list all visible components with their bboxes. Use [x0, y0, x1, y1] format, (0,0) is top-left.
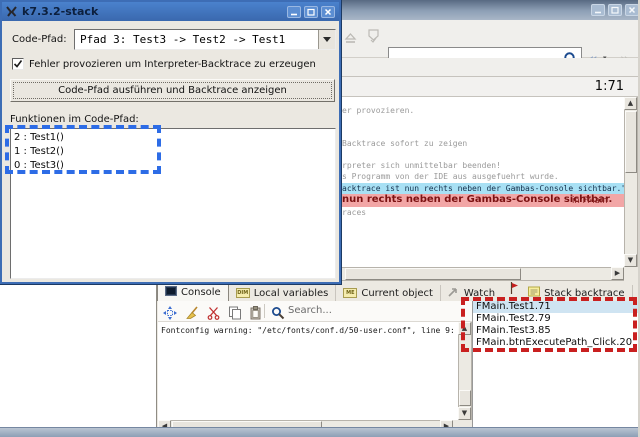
statusbar [0, 427, 640, 437]
blue-annotation-box [5, 125, 161, 174]
ide-close-button[interactable] [625, 4, 639, 16]
tab-label: Current object [361, 288, 433, 299]
dialog-titlebar[interactable]: k7.3.2-stack [2, 2, 339, 21]
console-icon [165, 286, 177, 299]
console-search-icon[interactable] [271, 305, 285, 324]
paste-icon[interactable] [249, 305, 262, 324]
tab-label: Local variables [254, 288, 329, 299]
code-line: rpreter sich unmittelbar beenden! [342, 161, 501, 170]
code-line: s Programm von der IDE aus ausgefuehrt w… [342, 172, 559, 181]
move-icon[interactable] [163, 305, 177, 324]
editor-hscroll-thumb[interactable] [345, 268, 521, 280]
dim-icon: DIM [236, 288, 250, 298]
code-line: Backtrace sofort zu zeigen [342, 139, 467, 148]
flag-icon [510, 279, 519, 298]
console-output: Fontconfig warning: "/etc/fonts/conf.d/5… [161, 326, 453, 335]
watch-icon [448, 287, 460, 300]
project-panel [0, 282, 157, 427]
checkmark-icon [13, 59, 23, 69]
toolbar-separator [264, 304, 265, 318]
ide-minimize-button[interactable] [591, 4, 605, 16]
code-line: races [342, 208, 366, 217]
chevron-down-icon [323, 37, 331, 42]
dialog-close-button[interactable] [321, 6, 335, 18]
scroll-up-icon[interactable]: ▲ [624, 97, 637, 110]
dialog-maximize-button[interactable] [304, 6, 318, 18]
tab-label: Console [181, 287, 221, 298]
tab-console[interactable]: Console [157, 282, 229, 301]
code-path-label: Code-Pfad: [12, 34, 67, 45]
cursor-position: 1:71 [595, 79, 624, 94]
close-icon [628, 6, 636, 14]
scroll-right-icon[interactable]: ▶ [611, 267, 624, 280]
scroll-down-icon[interactable]: ▼ [458, 407, 471, 420]
dialog-title: k7.3.2-stack [22, 5, 98, 18]
cut-scissors-icon[interactable] [207, 305, 220, 324]
execute-path-button[interactable]: Code-Pfad ausführen und Backtrace anzeig… [10, 79, 335, 102]
clear-broom-icon[interactable] [185, 305, 199, 324]
console-toolbar: Search... [158, 301, 472, 322]
editor-vscroll-thumb[interactable] [625, 111, 637, 173]
combobox-dropdown-button[interactable] [318, 30, 335, 49]
error-location: in FMain [572, 196, 608, 206]
me-icon: ME [343, 288, 357, 298]
provoke-error-checkbox-label[interactable]: Fehler provozieren um Interpreter-Backtr… [29, 59, 316, 70]
execute-path-button-label: Code-Pfad ausführen und Backtrace anzeig… [13, 82, 332, 99]
code-path-combobox[interactable]: Pfad 3: Test3 -> Test2 -> Test1 [74, 29, 336, 50]
red-annotation-box [461, 297, 637, 352]
console-vscroll-thumb[interactable] [459, 390, 471, 406]
code-line: acktrace ist nun rechts neben der Gambas… [342, 184, 624, 193]
console-search-placeholder[interactable]: Search... [288, 305, 332, 316]
dialog-minimize-button[interactable] [287, 6, 301, 18]
code-line: er provozieren. [342, 106, 414, 115]
maximize-icon [611, 6, 619, 14]
tab-current-object[interactable]: ME Current object [336, 285, 441, 301]
ide-maximize-button[interactable] [608, 4, 622, 16]
functions-label: Funktionen im Code-Pfad: [10, 114, 139, 125]
x11-app-icon [6, 2, 17, 21]
provoke-error-checkbox[interactable] [12, 58, 24, 70]
copy-icon[interactable] [228, 305, 242, 324]
eject-icon[interactable] [344, 30, 357, 49]
console-pane: Search... Fontconfig warning: "/etc/font… [158, 301, 472, 420]
minimize-icon [594, 6, 602, 14]
close-icon [324, 8, 332, 16]
maximize-icon [307, 8, 315, 16]
editor-vscrollbar[interactable]: ▲ ▼ [624, 97, 638, 267]
code-path-value: Pfad 3: Test3 -> Test2 -> Test1 [80, 33, 285, 46]
bookmark-tool-icon[interactable] [366, 28, 381, 48]
screen: « ▾ » 1:71 er provozieren. Backtrace sof… [0, 0, 640, 437]
minimize-icon [290, 8, 298, 16]
tab-local-variables[interactable]: DIM Local variables [229, 285, 337, 301]
scroll-down-icon[interactable]: ▼ [624, 254, 637, 267]
